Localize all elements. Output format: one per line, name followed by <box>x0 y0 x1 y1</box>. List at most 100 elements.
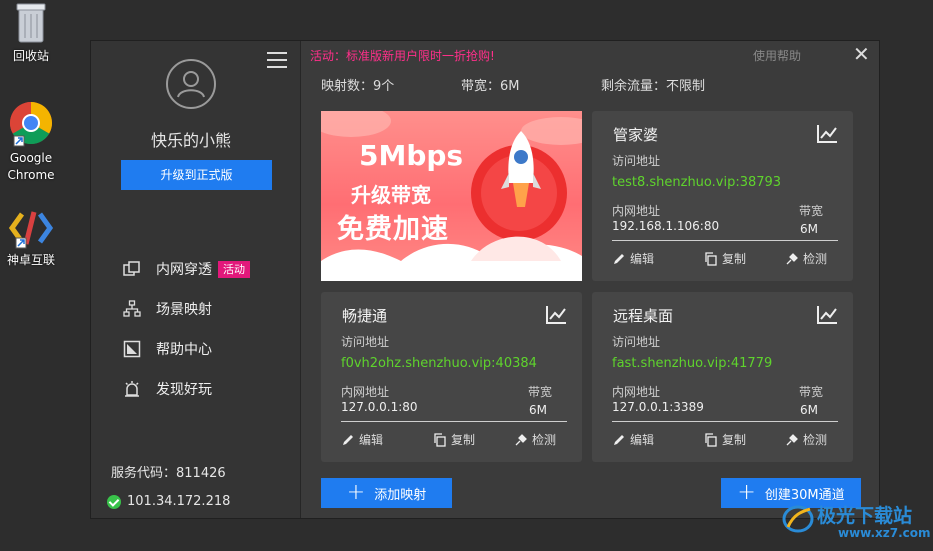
plus-icon: + <box>346 480 366 505</box>
sidebar-item-label: 帮助中心 <box>156 342 212 358</box>
check-button[interactable]: 检测 <box>785 250 827 267</box>
bandwidth-label: 带宽 <box>799 204 824 218</box>
access-label: 访问地址 <box>612 335 661 349</box>
inner-address: 127.0.0.1:3389 <box>612 400 704 414</box>
bandwidth-value: 6M <box>529 403 547 417</box>
chart-icon[interactable] <box>545 305 567 325</box>
access-address[interactable]: test8.shenzhuo.vip:38793 <box>612 175 781 190</box>
chart-icon[interactable] <box>816 124 838 144</box>
edit-button[interactable]: 编辑 <box>341 431 383 448</box>
ip-address: 101.34.172.218 <box>127 494 231 509</box>
copy-icon <box>705 432 717 447</box>
probe-icon <box>786 252 798 264</box>
chrome-icon <box>9 101 53 147</box>
service-code: 服务代码：811426 <box>111 466 226 481</box>
probe-icon <box>515 433 527 445</box>
sidebar-item-tunnel[interactable]: 内网穿透 活动 <box>123 249 250 289</box>
sidebar-item-label: 场景映射 <box>156 302 212 318</box>
edit-label: 编辑 <box>630 433 655 447</box>
check-label: 检测 <box>803 252 828 266</box>
upgrade-button[interactable]: 升级到正式版 <box>121 160 272 190</box>
divider <box>612 240 838 241</box>
bandwidth-label: 带宽 <box>799 385 824 399</box>
mapping-card: 畅捷通 访问地址 f0vh2ohz.shenzhuo.vip:40384 内网地… <box>321 292 582 462</box>
divider <box>341 421 567 422</box>
inner-address: 127.0.0.1:80 <box>341 400 418 414</box>
add-mapping-button[interactable]: + 添加映射 <box>321 478 452 508</box>
watermark-text: 极光下载站 <box>817 505 913 527</box>
watermark: 极光下载站 www.xz7.com <box>780 497 931 547</box>
check-button[interactable]: 检测 <box>785 431 827 448</box>
chrome-label-line1: Google <box>9 151 53 165</box>
desktop-icon-chrome[interactable]: Google Chrome <box>0 100 62 184</box>
discover-icon <box>125 381 139 397</box>
watermark-logo-icon <box>782 505 814 533</box>
user-icon <box>177 71 205 98</box>
mapping-card: 远程桌面 访问地址 fast.shenzhuo.vip:41779 内网地址 带… <box>592 292 853 462</box>
bandwidth-value: 6M <box>800 222 818 236</box>
copy-button[interactable]: 复制 <box>433 431 475 448</box>
inner-address: 192.168.1.106:80 <box>612 219 720 233</box>
chart-icon[interactable] <box>816 305 838 325</box>
tunnel-icon <box>123 261 140 276</box>
avatar[interactable] <box>166 59 216 109</box>
copy-label: 复制 <box>722 252 747 266</box>
add-mapping-label: 添加映射 <box>374 487 427 503</box>
stat-mappings: 映射数：9个 <box>321 79 395 94</box>
inner-label: 内网地址 <box>612 204 661 218</box>
hamburger-menu-icon[interactable] <box>267 52 287 68</box>
promo-banner[interactable]: 5Mbps 升级带宽 免费加速 <box>321 111 582 281</box>
copy-icon <box>434 432 446 447</box>
activity-badge: 活动 <box>218 260 250 278</box>
close-button[interactable]: ✕ <box>853 44 870 64</box>
card-title: 管家婆 <box>613 126 659 144</box>
chrome-label-line2: Chrome <box>7 168 55 182</box>
banner-line2: 升级带宽 <box>351 183 431 207</box>
bandwidth-label: 带宽 <box>528 385 553 399</box>
stat-traffic: 剩余流量：不限制 <box>601 79 706 94</box>
card-title: 畅捷通 <box>342 307 388 325</box>
mapping-card: 管家婆 访问地址 test8.shenzhuo.vip:38793 内网地址 带… <box>592 111 853 281</box>
desktop-icon-shenzhuo[interactable]: 神卓互联 <box>0 208 62 269</box>
sidebar-nav: 内网穿透 活动 场景映射 帮助中心 发现好玩 <box>123 249 250 409</box>
pencil-icon <box>614 434 624 445</box>
sidebar-item-help-center[interactable]: 帮助中心 <box>123 329 250 369</box>
promo-link[interactable]: 活动：标准版新用户限时一折抢购! <box>310 47 495 64</box>
shenzhuo-label: 神卓互联 <box>6 253 55 267</box>
probe-icon <box>786 433 798 445</box>
watermark-url: www.xz7.com <box>838 526 931 540</box>
banner-speed: 5Mbps <box>359 139 464 172</box>
bandwidth-value: 6M <box>800 403 818 417</box>
check-label: 检测 <box>803 433 828 447</box>
access-label: 访问地址 <box>612 154 661 168</box>
pencil-icon <box>343 434 353 445</box>
main-panel: 活动：标准版新用户限时一折抢购! 使用帮助 ✕ 映射数：9个 带宽：6M 剩余流… <box>301 41 879 518</box>
check-button[interactable]: 检测 <box>514 431 556 448</box>
copy-label: 复制 <box>451 433 476 447</box>
card-title: 远程桌面 <box>613 307 674 325</box>
sidebar-item-label: 发现好玩 <box>156 382 212 398</box>
desktop-icon-recycle-bin[interactable]: 回收站 <box>0 0 62 65</box>
sidebar-item-label: 内网穿透 <box>156 262 212 278</box>
access-address[interactable]: fast.shenzhuo.vip:41779 <box>612 356 772 371</box>
sidebar-item-scene-mapping[interactable]: 场景映射 <box>123 289 250 329</box>
check-label: 检测 <box>532 433 557 447</box>
edit-button[interactable]: 编辑 <box>612 250 654 267</box>
connection-status: 101.34.172.218 <box>107 494 230 509</box>
copy-button[interactable]: 复制 <box>704 250 746 267</box>
sidebar-item-discover[interactable]: 发现好玩 <box>123 369 250 409</box>
recycle-bin-label: 回收站 <box>12 49 49 63</box>
stat-bandwidth: 带宽：6M <box>461 79 520 94</box>
pencil-icon <box>614 253 624 264</box>
help-link[interactable]: 使用帮助 <box>753 47 801 64</box>
edit-button[interactable]: 编辑 <box>612 431 654 448</box>
edit-label: 编辑 <box>630 252 655 266</box>
plus-icon: + <box>737 480 756 505</box>
help-icon <box>123 340 141 358</box>
recycle-bin-icon <box>16 3 46 43</box>
sidebar: 快乐的小熊 升级到正式版 内网穿透 活动 场景映射 帮助中心 发现好玩 服务代码… <box>91 41 301 518</box>
copy-label: 复制 <box>722 433 747 447</box>
access-address[interactable]: f0vh2ohz.shenzhuo.vip:40384 <box>341 356 537 371</box>
inner-label: 内网地址 <box>612 385 661 399</box>
copy-button[interactable]: 复制 <box>704 431 746 448</box>
